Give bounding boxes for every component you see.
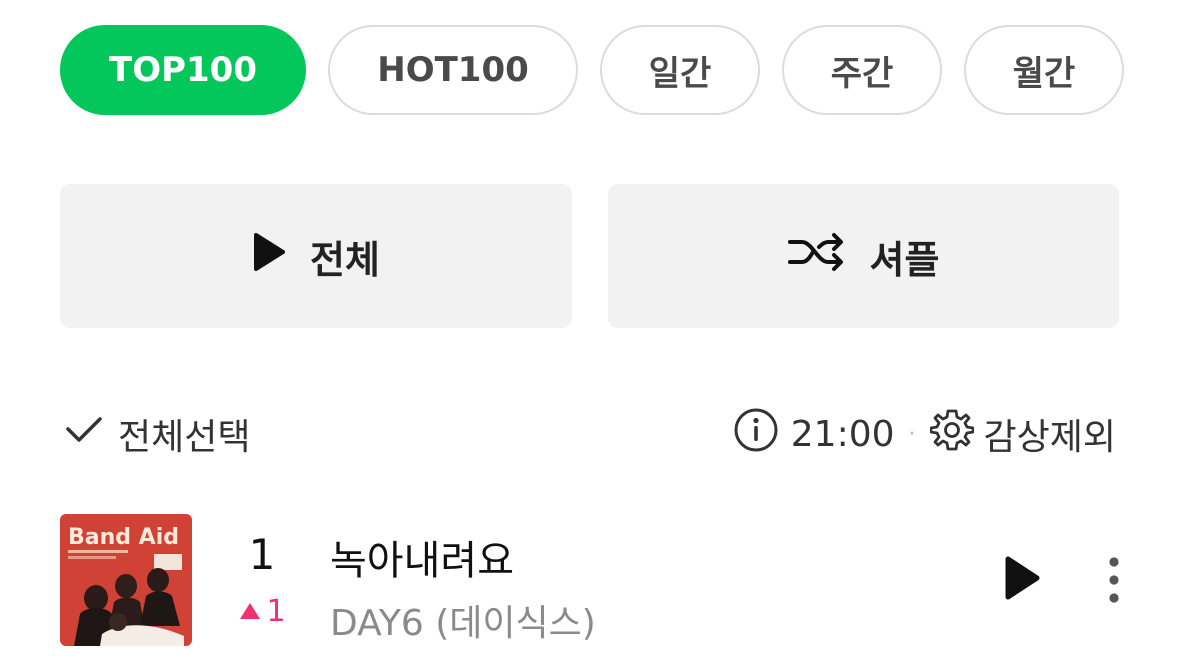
check-icon <box>64 414 104 455</box>
album-cover[interactable]: Band Aid <box>60 514 192 646</box>
shuffle-button[interactable]: 셔플 <box>608 184 1119 328</box>
song-title[interactable]: 녹아내려요 <box>330 528 514 586</box>
rank-change: 1 <box>232 594 292 629</box>
rank-up-icon <box>238 594 262 629</box>
select-all-button[interactable]: 전체선택 <box>64 406 250 462</box>
info-icon <box>733 407 779 462</box>
tab-monthly[interactable]: 월간 <box>964 25 1124 115</box>
gear-icon <box>929 408 974 461</box>
update-time-info[interactable]: 21:00 <box>733 407 895 462</box>
rank-number: 1 <box>248 530 276 579</box>
chart-row[interactable]: Band Aid 1 1 녹아내려요 DAY6 (데이식스) <box>0 508 1178 658</box>
tab-top100[interactable]: TOP100 <box>60 25 306 115</box>
tab-daily[interactable]: 일간 <box>600 25 760 115</box>
tab-weekly[interactable]: 주간 <box>782 25 942 115</box>
play-all-label: 전체 <box>310 237 380 282</box>
play-all-button[interactable]: 전체 <box>60 184 572 328</box>
chart-meta: 21:00 · 감상제외 <box>733 406 1116 462</box>
row-more-button[interactable] <box>1096 554 1132 610</box>
update-time: 21:00 <box>790 413 895 455</box>
shuffle-icon <box>787 232 846 281</box>
song-artist[interactable]: DAY6 (데이식스) <box>330 594 596 646</box>
row-play-button[interactable] <box>998 554 1046 606</box>
separator-dot: · <box>908 421 916 447</box>
exclude-settings-button[interactable]: 감상제외 <box>929 408 1116 461</box>
album-logo-text: Band Aid <box>68 525 179 550</box>
select-all-label: 전체선택 <box>118 417 251 458</box>
play-icon <box>1003 555 1041 605</box>
chart-screen: TOP100 HOT100 일간 주간 월간 전체 셔플 전체선택 21:00 … <box>0 0 1178 672</box>
rank-change-value: 1 <box>266 594 286 629</box>
play-icon <box>252 232 286 281</box>
shuffle-label: 셔플 <box>869 237 940 282</box>
more-vertical-icon <box>1108 556 1120 608</box>
exclude-label: 감상제외 <box>983 417 1116 458</box>
tab-hot100[interactable]: HOT100 <box>328 25 578 115</box>
